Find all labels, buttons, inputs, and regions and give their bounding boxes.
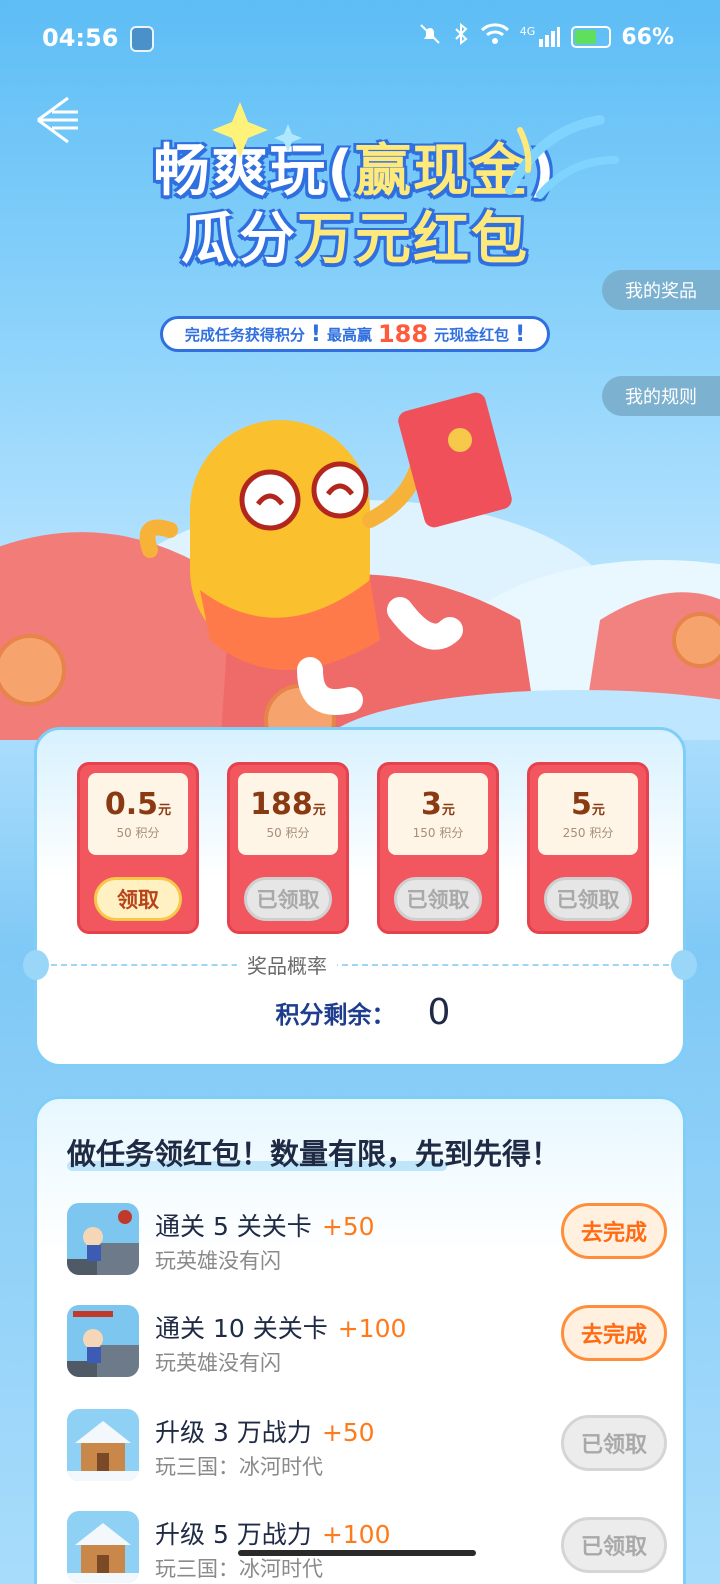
battery-percent: 66% <box>621 24 674 50</box>
prize-points: 50 积分 <box>266 826 310 840</box>
hero-title-line2: 瓜分万元红包 <box>150 206 560 274</box>
prize-amount: 3 <box>421 787 442 822</box>
subtitle-text: 最高赢 <box>326 325 372 344</box>
card-notch-left <box>23 950 49 980</box>
prize-info: 3元 150 积分 <box>388 773 488 855</box>
game-hero-thumbnail <box>67 1203 139 1275</box>
task-item: 通关 5 关关卡 +50 玩英雄没有闪 去完成 <box>67 1203 667 1279</box>
prize-unit: 元 <box>441 803 455 818</box>
status-bar: 04:56 4G 66% <box>0 0 720 80</box>
mute-icon <box>418 22 442 52</box>
task-title-text: 通关 5 关关卡 <box>155 1212 312 1241</box>
claimed-button[interactable]: 已领取 <box>544 877 632 921</box>
prize-amount: 0.5 <box>104 787 159 822</box>
go-complete-button[interactable]: 去完成 <box>561 1203 667 1259</box>
prize-points: 50 积分 <box>116 826 160 840</box>
network-type: 4G <box>519 25 536 38</box>
task-game-name: 玩三国：冰河时代 <box>155 1557 323 1581</box>
task-card: 做任务领红包！数量有限，先到先得！ 通关 5 关关卡 +50 玩英雄没有闪 去完成… <box>34 1096 686 1584</box>
prize-probability-link[interactable]: 奖品概率 <box>237 950 337 979</box>
task-item: 升级 3 万战力 +50 玩三国：冰河时代 已领取 <box>67 1409 667 1485</box>
game-hero-thumbnail <box>67 1305 139 1377</box>
balance-value: 0 <box>427 992 451 1033</box>
home-indicator[interactable] <box>238 1550 476 1556</box>
back-button[interactable] <box>34 92 82 148</box>
task-game-name: 玩三国：冰河时代 <box>155 1455 323 1479</box>
back-arrow-icon <box>37 96 78 144</box>
task-title: 通关 5 关关卡 +50 <box>155 1207 375 1243</box>
task-points: +50 <box>321 1212 375 1241</box>
task-title-text: 升级 5 万战力 <box>155 1520 312 1549</box>
prize-card: 0.5元 50 积分 领取 188元 50 积分 已领取 3元 150 积分 已… <box>23 727 697 1067</box>
prize-unit: 元 <box>158 803 172 818</box>
task-title: 升级 5 万战力 +100 <box>155 1515 390 1551</box>
dashed-divider <box>51 964 669 966</box>
sparkle-icon <box>212 102 302 158</box>
prize-ticket: 0.5元 50 积分 领取 <box>77 762 199 934</box>
prize-unit: 元 <box>312 803 326 818</box>
game-ice-age-thumbnail <box>67 1409 139 1481</box>
task-game-name: 玩英雄没有闪 <box>155 1249 281 1273</box>
task-title: 通关 10 关关卡 +100 <box>155 1309 406 1345</box>
subtitle-text: 完成任务获得积分 <box>184 325 305 344</box>
card-notch-right <box>671 950 697 980</box>
prize-ticket: 188元 50 积分 已领取 <box>227 762 349 934</box>
prize-amount: 188 <box>250 787 313 822</box>
task-game-name: 玩英雄没有闪 <box>155 1351 281 1375</box>
task-item: 通关 10 关关卡 +100 玩英雄没有闪 去完成 <box>67 1305 667 1381</box>
balance-label: 积分剩余： <box>275 1001 396 1029</box>
prize-amount: 5 <box>571 787 592 822</box>
prize-points: 150 积分 <box>412 826 464 840</box>
claimed-button[interactable]: 已领取 <box>244 877 332 921</box>
prize-ticket: 5元 250 积分 已领取 <box>527 762 649 934</box>
claimed-button[interactable]: 已领取 <box>561 1517 667 1573</box>
splash-icon <box>505 115 619 199</box>
battery-icon <box>571 26 612 48</box>
prize-info: 5元 250 积分 <box>538 773 638 855</box>
subtitle-banner: 完成任务获得积分 ! 最高赢 188 元现金红包 ! <box>160 316 550 352</box>
claimed-button[interactable]: 已领取 <box>394 877 482 921</box>
task-title-text: 升级 3 万战力 <box>155 1418 312 1447</box>
points-balance: 积分剩余： 0 <box>37 992 689 1033</box>
prize-info: 0.5元 50 积分 <box>88 773 188 855</box>
task-points: +100 <box>321 1520 391 1549</box>
prize-ticket: 3元 150 积分 已领取 <box>377 762 499 934</box>
prize-points: 250 积分 <box>562 826 614 840</box>
task-item: 升级 5 万战力 +100 玩三国：冰河时代 已领取 <box>67 1511 667 1584</box>
title-part: 瓜分 <box>181 207 297 272</box>
task-heading: 做任务领红包！数量有限，先到先得！ <box>67 1137 561 1171</box>
wifi-icon <box>480 22 510 52</box>
bluetooth-icon <box>452 22 470 52</box>
task-points: +50 <box>321 1418 375 1447</box>
status-time: 04:56 <box>42 24 119 52</box>
task-points: +100 <box>337 1314 407 1343</box>
game-ice-age-thumbnail <box>67 1511 139 1583</box>
prize-unit: 元 <box>591 803 605 818</box>
hero-banner: 畅爽玩(赢现金) 瓜分万元红包 完成任务获得积分 ! 最高赢 188 元现金红包… <box>0 80 720 740</box>
signal-icon: 4G <box>520 25 562 49</box>
battery-fill <box>575 30 597 44</box>
claim-button[interactable]: 领取 <box>94 877 182 921</box>
prize-info: 188元 50 积分 <box>238 773 338 855</box>
claimed-button[interactable]: 已领取 <box>561 1415 667 1471</box>
my-rules-button[interactable]: 我的规则 <box>602 376 720 416</box>
mascot-illustration <box>139 392 512 715</box>
status-icons: 4G 66% <box>418 22 674 52</box>
subtitle-text: 元现金红包 <box>434 325 510 344</box>
my-prizes-button[interactable]: 我的奖品 <box>602 270 720 310</box>
go-complete-button[interactable]: 去完成 <box>561 1305 667 1361</box>
task-title: 升级 3 万战力 +50 <box>155 1413 375 1449</box>
subtitle-amount: 188 <box>377 320 429 348</box>
title-highlight: 万元红包 <box>297 207 529 272</box>
task-title-text: 通关 10 关关卡 <box>155 1314 328 1343</box>
prize-list: 0.5元 50 积分 领取 188元 50 积分 已领取 3元 150 积分 已… <box>77 762 649 934</box>
app-notification-icon <box>130 26 154 52</box>
